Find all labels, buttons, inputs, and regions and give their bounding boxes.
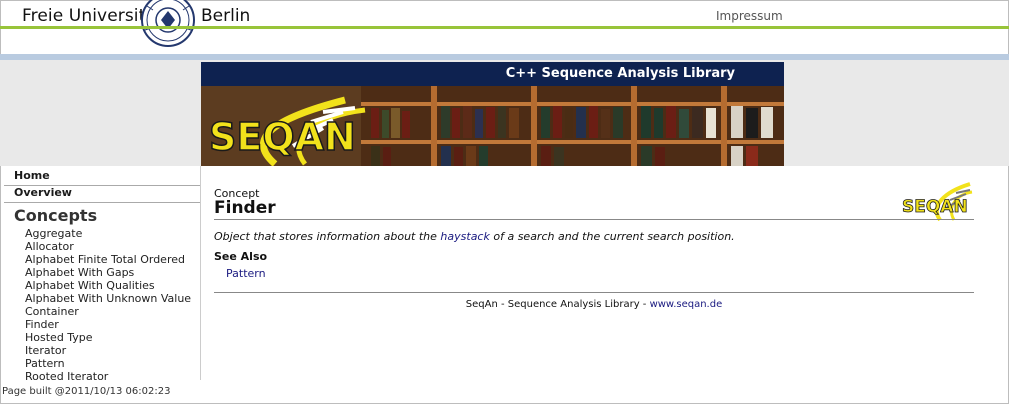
- footer-divider: [214, 292, 974, 293]
- seqan-website-link[interactable]: www.seqan.de: [650, 299, 723, 310]
- concept-list: Aggregate Allocator Alphabet Finite Tota…: [25, 227, 191, 380]
- sidebar-divider: [200, 166, 201, 380]
- university-name-right[interactable]: Berlin: [201, 6, 250, 26]
- sidebar-item-home[interactable]: Home: [14, 169, 50, 182]
- sidebar-item-overview[interactable]: Overview: [14, 186, 72, 199]
- title-divider: [214, 219, 974, 220]
- see-also-heading: See Also: [214, 250, 268, 263]
- sidebar-item-rooted-iterator[interactable]: Rooted Iterator: [25, 370, 191, 380]
- description-text-after: of a search and the current search posit…: [489, 230, 735, 243]
- sidebar-item-container[interactable]: Container: [25, 305, 191, 318]
- page-title: Finder: [214, 198, 276, 218]
- sidebar-item-iterator[interactable]: Iterator: [25, 344, 191, 357]
- concepts-heading: Concepts: [14, 206, 98, 225]
- seqan-logo-icon: SEQAN: [208, 96, 366, 166]
- sidebar-item-finder[interactable]: Finder: [25, 318, 191, 331]
- sidebar-item-hosted-type[interactable]: Hosted Type: [25, 331, 191, 344]
- sidebar-item-alphabet-with-unknown-value[interactable]: Alphabet With Unknown Value: [25, 292, 191, 305]
- small-logo-text: SEQAN: [902, 197, 968, 217]
- sidebar-item-alphabet-with-gaps[interactable]: Alphabet With Gaps: [25, 266, 191, 279]
- banner-logo-text: SEQAN: [209, 115, 356, 159]
- main-content: Concept Finder SEQAN Object that stores …: [214, 166, 974, 380]
- seqan-banner: C++ Sequence Analysis Library SEQAN: [201, 62, 784, 166]
- sidebar-item-allocator[interactable]: Allocator: [25, 240, 191, 253]
- sidebar-item-alphabet-with-qualities[interactable]: Alphabet With Qualities: [25, 279, 191, 292]
- description-text-before: Object that stores information about the: [214, 230, 441, 243]
- impressum-link[interactable]: Impressum: [716, 9, 783, 23]
- haystack-link[interactable]: haystack: [440, 230, 489, 243]
- banner-title-bar: C++ Sequence Analysis Library: [201, 62, 784, 86]
- footer-text: SeqAn - Sequence Analysis Library -: [465, 299, 650, 310]
- sidebar-item-pattern[interactable]: Pattern: [25, 357, 191, 370]
- banner-title: C++ Sequence Analysis Library: [505, 66, 735, 81]
- footer: SeqAn - Sequence Analysis Library - www.…: [214, 299, 974, 310]
- header-green-rule: [0, 26, 1009, 29]
- sidebar-item-alphabet-finite-total-ordered[interactable]: Alphabet Finite Total Ordered: [25, 253, 191, 266]
- seqan-small-logo-icon: SEQAN: [902, 182, 973, 222]
- sidebar: Home Overview Concepts Aggregate Allocat…: [0, 166, 200, 380]
- university-seal-icon[interactable]: [139, 0, 197, 48]
- description: Object that stores information about the…: [214, 230, 735, 243]
- build-timestamp: Page built @2011/10/13 06:02:23: [2, 386, 171, 397]
- sidebar-item-aggregate[interactable]: Aggregate: [25, 227, 191, 240]
- pattern-link[interactable]: Pattern: [226, 267, 266, 280]
- divider: [4, 202, 200, 203]
